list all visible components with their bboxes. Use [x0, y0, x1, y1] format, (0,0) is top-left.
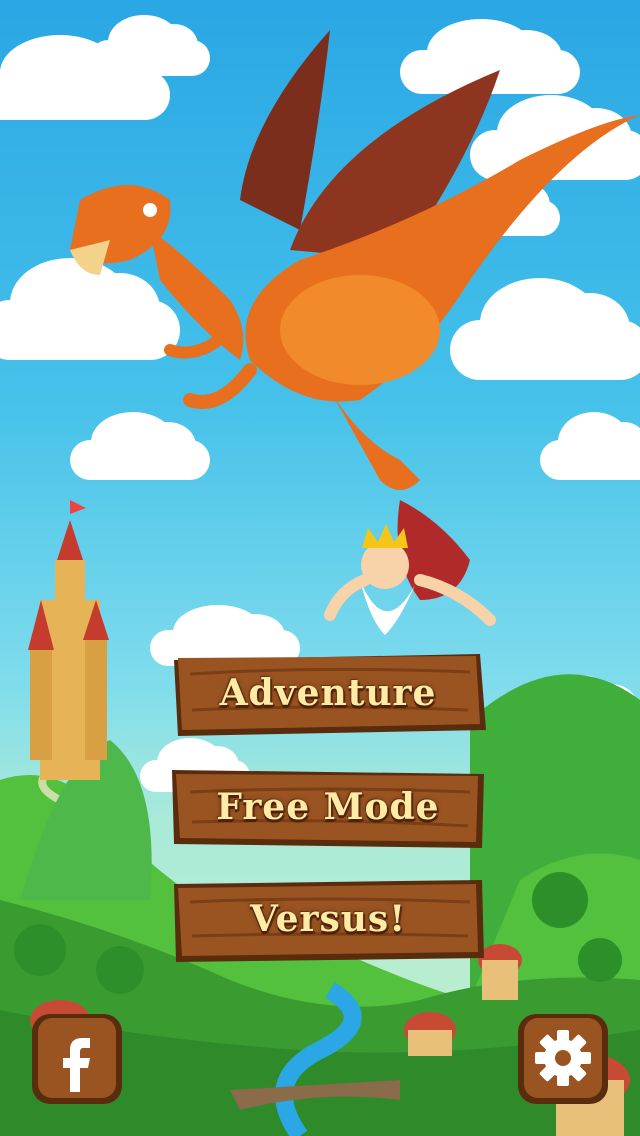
free-mode-label: Free Mode [216, 786, 440, 828]
gear-icon [518, 1014, 608, 1104]
versus-label: Versus! [249, 898, 406, 940]
adventure-button[interactable]: Adventure [170, 650, 486, 736]
settings-button[interactable] [516, 1012, 610, 1106]
versus-button[interactable]: Versus! [170, 876, 486, 962]
facebook-icon [32, 1014, 122, 1104]
game-title-screen: Adventure Free Mode Versus! [0, 0, 640, 1136]
king-illustration [324, 500, 496, 635]
facebook-button[interactable] [30, 1012, 124, 1106]
free-mode-button[interactable]: Free Mode [170, 764, 486, 850]
dragon-illustration [70, 30, 640, 635]
adventure-label: Adventure [219, 672, 437, 714]
